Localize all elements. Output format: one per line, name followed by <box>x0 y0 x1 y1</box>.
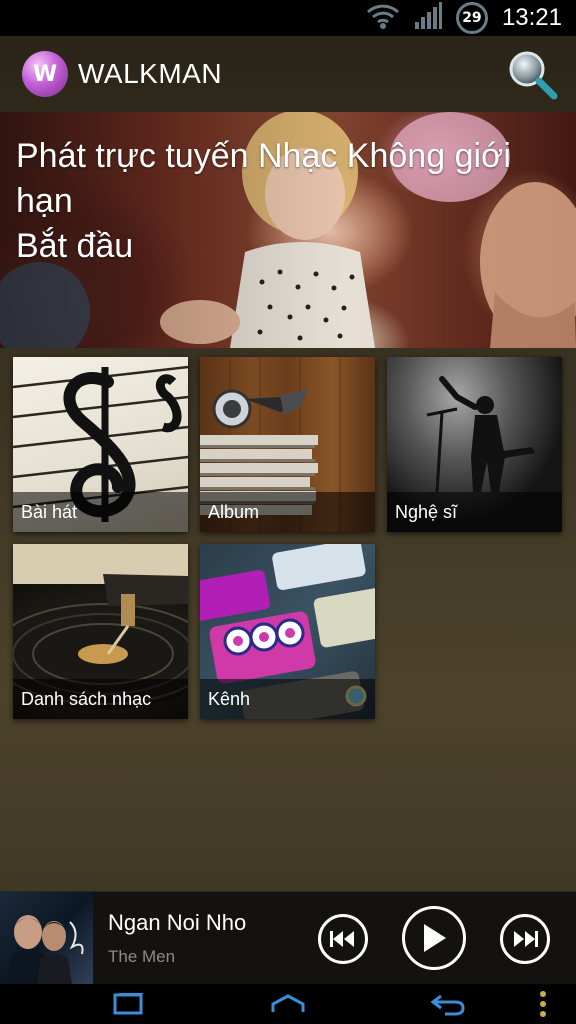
tile-label: Album <box>200 492 375 532</box>
play-icon <box>424 924 446 952</box>
tile-album[interactable]: Album <box>200 357 375 532</box>
search-button[interactable] <box>506 48 558 100</box>
banner-text: Phát trực tuyến Nhạc Không giới hạn Bắt … <box>16 134 566 269</box>
navigation-bar <box>0 984 576 1024</box>
tile-label: Kênh <box>200 679 375 719</box>
battery-indicator: 29 <box>455 2 488 34</box>
tile-label: Nghệ sĩ <box>387 492 562 532</box>
home-icon <box>271 994 305 1012</box>
home-button[interactable] <box>258 988 318 1020</box>
status-bar: 29 13:21 <box>0 0 576 36</box>
tile-playlists[interactable]: Danh sách nhạc <box>13 544 188 719</box>
now-playing-bar[interactable]: Ngan Noi Nho The Men <box>0 891 576 985</box>
wifi-icon <box>366 1 400 35</box>
recent-apps-icon <box>113 993 143 1015</box>
next-button[interactable] <box>500 914 550 964</box>
album-art-thumbnail[interactable] <box>0 892 93 985</box>
back-button[interactable] <box>420 988 476 1020</box>
tile-channels[interactable]: Kênh <box>200 544 375 719</box>
battery-level: 29 <box>462 10 482 26</box>
recent-apps-button[interactable] <box>100 988 156 1020</box>
play-button[interactable] <box>402 906 466 970</box>
tile-songs[interactable]: Bài hát <box>13 357 188 532</box>
previous-icon <box>330 931 354 947</box>
track-title: Ngan Noi Nho <box>108 910 247 935</box>
back-icon <box>431 994 465 1016</box>
tile-label: Bài hát <box>13 492 188 532</box>
tile-artists[interactable]: Nghệ sĩ <box>387 357 562 532</box>
walkman-logo-icon[interactable]: W <box>22 51 68 97</box>
walkman-app: W WALKMAN Phát trực tuyến Nhạc Không giớ… <box>0 36 576 985</box>
clock: 13:21 <box>501 4 562 31</box>
app-title: WALKMAN <box>78 58 223 89</box>
next-icon <box>514 931 538 947</box>
menu-icon <box>540 991 546 1017</box>
action-bar: W WALKMAN <box>0 36 576 112</box>
logo-letter: W <box>32 61 58 87</box>
previous-button[interactable] <box>318 914 368 964</box>
menu-button[interactable] <box>528 988 558 1020</box>
banner-start-link[interactable]: Bắt đầu <box>16 224 566 269</box>
banner-headline: Phát trực tuyến Nhạc Không giới hạn <box>16 137 511 220</box>
tile-label: Danh sách nhạc <box>13 679 188 719</box>
track-artist: The Men <box>108 947 176 966</box>
signal-icon <box>414 2 442 34</box>
search-icon <box>509 51 558 100</box>
streaming-banner[interactable]: Phát trực tuyến Nhạc Không giới hạn Bắt … <box>0 112 576 348</box>
